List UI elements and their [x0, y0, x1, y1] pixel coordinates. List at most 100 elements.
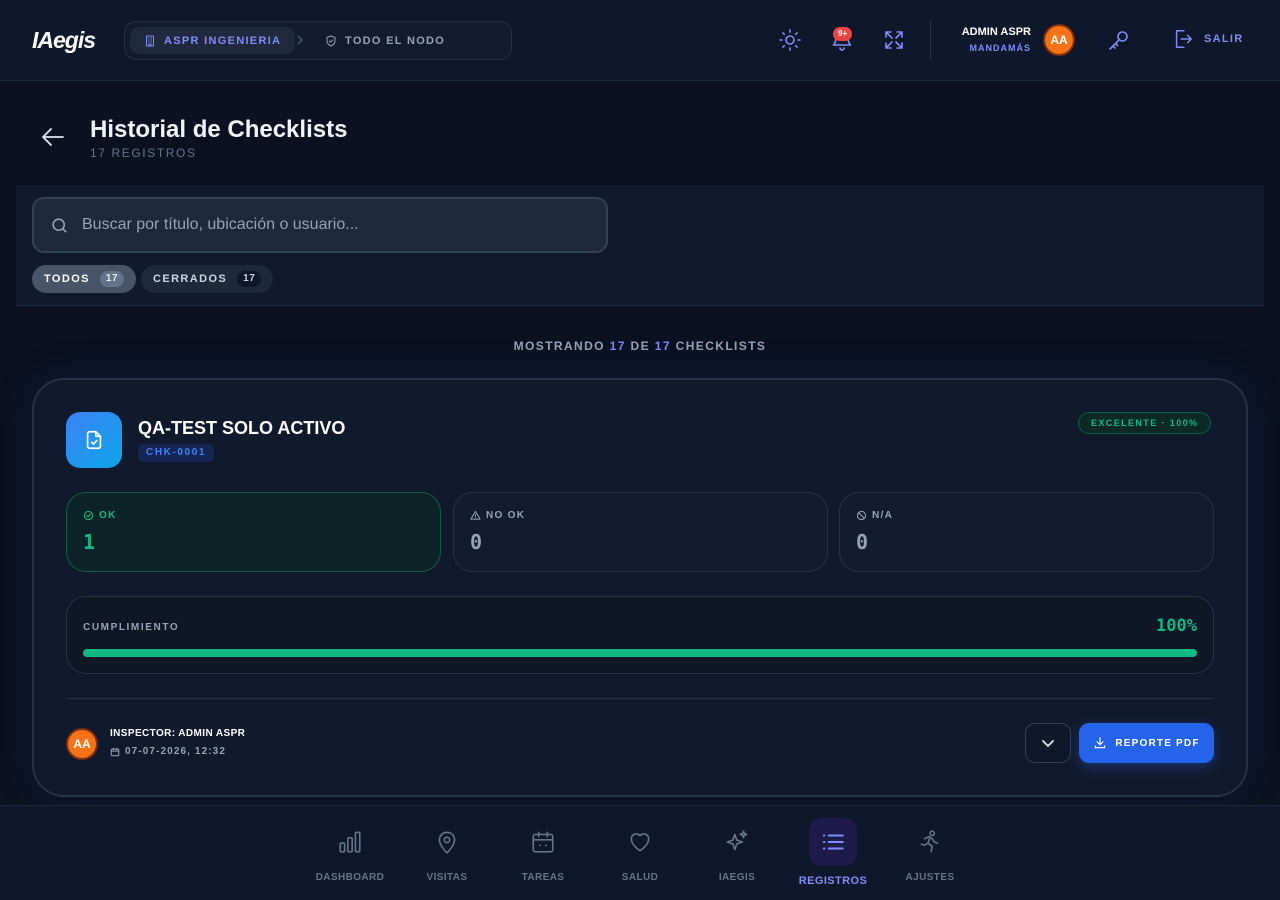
fullscreen-button[interactable]	[882, 28, 906, 52]
nav-item-iaegis[interactable]: IAEGIS	[697, 818, 777, 894]
sun-icon	[779, 29, 801, 51]
filter-chip-cerrados[interactable]: CERRADOS 17	[141, 265, 274, 293]
user-name: ADMIN ASPR	[961, 26, 1031, 38]
search-icon	[50, 216, 69, 235]
back-button[interactable]	[40, 126, 66, 148]
breadcrumb-node[interactable]: TODO EL NODO	[325, 27, 445, 54]
pdf-report-button[interactable]: REPORTE PDF	[1079, 723, 1214, 763]
filter-chip-label: TODOS	[44, 273, 90, 285]
stat-ok-value: 1	[83, 530, 96, 554]
app-logo[interactable]: IAegis	[32, 27, 96, 54]
breadcrumb-organization-label: ASPR INGENIERIA	[164, 34, 282, 47]
building-icon	[144, 35, 156, 47]
nav-item-ajustes[interactable]: AJUSTES	[890, 818, 970, 894]
nav-icon-wrap	[713, 818, 761, 866]
stat-na: N/A 0	[839, 492, 1214, 572]
nav-icon-wrap	[616, 818, 664, 866]
nav-item-dashboard[interactable]: DASHBOARD	[310, 818, 390, 894]
compliance-panel: CUMPLIMIENTO 100%	[66, 596, 1214, 674]
search-box[interactable]	[32, 197, 608, 253]
results-summary-suffix: CHECKLISTS	[675, 339, 767, 353]
heart-icon	[630, 833, 650, 852]
logout-icon	[1175, 30, 1192, 48]
page-subtitle: 17 REGISTROS	[90, 146, 197, 160]
compliance-label: CUMPLIMIENTO	[83, 622, 180, 633]
stat-na-label: N/A	[872, 510, 894, 521]
nav-label: REGISTROS	[798, 875, 868, 887]
stat-not-ok-value: 0	[470, 530, 483, 554]
results-summary-prefix: MOSTRANDO	[513, 339, 605, 353]
nav-icon-wrap	[519, 818, 567, 866]
checklist-code: CHK-0001	[138, 444, 215, 462]
arrow-left-icon	[42, 128, 64, 146]
nav-label: DASHBOARD	[315, 872, 385, 883]
top-bar: IAegis ASPR INGENIERIA TODO EL NODO 9+ A…	[0, 0, 1280, 81]
change-password-button[interactable]	[1107, 28, 1131, 52]
warning-icon	[470, 510, 481, 520]
grade-badge: EXCELENTE · 100%	[1078, 412, 1212, 434]
filter-panel: TODOS 17 CERRADOS 17	[16, 185, 1264, 306]
checklist-card: QA-TEST SOLO ACTIVO CHK-0001 EXCELENTE ·…	[32, 378, 1248, 797]
stat-na-header: N/A	[856, 510, 893, 521]
inspector-name: INSPECTOR: ADMIN ASPR	[110, 728, 246, 739]
nav-icon-wrap	[423, 818, 471, 866]
nav-icon-wrap	[809, 818, 857, 866]
map-pin-icon	[438, 831, 456, 854]
results-shown-count: 17	[609, 339, 626, 353]
bar-chart-icon	[339, 831, 361, 853]
stat-na-value: 0	[856, 530, 869, 554]
stat-not-ok: NO OK 0	[453, 492, 828, 572]
page-title: Historial de Checklists	[90, 116, 348, 143]
breadcrumb-organization[interactable]: ASPR INGENIERIA	[130, 27, 296, 54]
compliance-progress-bar	[83, 649, 1197, 657]
theme-toggle-button[interactable]	[778, 28, 802, 52]
nav-label: VISITAS	[426, 872, 468, 883]
compliance-value: 100%	[1156, 616, 1197, 636]
avatar[interactable]: AA	[1043, 24, 1075, 56]
nav-item-visitas[interactable]: VISITAS	[407, 818, 487, 894]
nav-icon-wrap	[326, 818, 374, 866]
expand-icon	[885, 31, 903, 49]
filter-chip-count: 17	[237, 271, 262, 287]
card-divider	[66, 698, 1214, 699]
checklist-icon	[66, 412, 122, 468]
calendar-icon	[532, 831, 554, 853]
logout-button[interactable]: SALIR	[1172, 28, 1244, 50]
ban-icon	[856, 510, 867, 521]
calendar-icon	[110, 747, 120, 756]
stat-not-ok-label: NO OK	[486, 510, 526, 521]
stat-ok-label: OK	[99, 510, 117, 521]
list-icon	[822, 834, 844, 850]
results-summary-connector: DE	[630, 339, 651, 353]
nav-item-salud[interactable]: SALUD	[600, 818, 680, 894]
results-summary: MOSTRANDO 17 DE 17 CHECKLISTS	[0, 339, 1280, 353]
nav-item-tareas[interactable]: TAREAS	[503, 818, 583, 894]
inspection-datetime: 07-07-2026, 12:32	[125, 746, 226, 757]
compliance-progress-fill	[83, 649, 1197, 657]
filter-chip-label: CERRADOS	[153, 273, 228, 285]
pdf-report-label: REPORTE PDF	[1115, 737, 1200, 749]
sparkles-icon	[726, 830, 748, 851]
header-divider	[930, 20, 931, 60]
filter-chip-todos[interactable]: TODOS 17	[32, 265, 137, 293]
notifications-badge: 9+	[833, 27, 853, 41]
download-icon	[1095, 737, 1106, 749]
nav-item-registros[interactable]: REGISTROS	[793, 818, 873, 894]
user-role: MANDAMÁS	[969, 43, 1031, 53]
running-person-icon	[920, 830, 939, 853]
shield-icon	[325, 35, 337, 47]
nav-label: SALUD	[621, 872, 659, 883]
results-total-count: 17	[654, 339, 671, 353]
bottom-nav: DASHBOARD VISITAS TAREAS SALUD IAEGIS RE…	[0, 805, 1280, 900]
nav-label: AJUSTES	[905, 872, 955, 883]
expand-details-button[interactable]	[1025, 723, 1071, 763]
nav-label: IAEGIS	[718, 872, 756, 883]
search-input[interactable]	[82, 199, 592, 251]
filter-chip-count: 17	[99, 271, 125, 287]
nav-icon-wrap	[906, 818, 954, 866]
breadcrumb: ASPR INGENIERIA TODO EL NODO	[124, 21, 512, 60]
checklist-title: QA-TEST SOLO ACTIVO	[138, 418, 346, 438]
stat-not-ok-header: NO OK	[470, 510, 525, 521]
stat-ok-header: OK	[83, 510, 117, 521]
breadcrumb-node-label: TODO EL NODO	[345, 34, 446, 47]
